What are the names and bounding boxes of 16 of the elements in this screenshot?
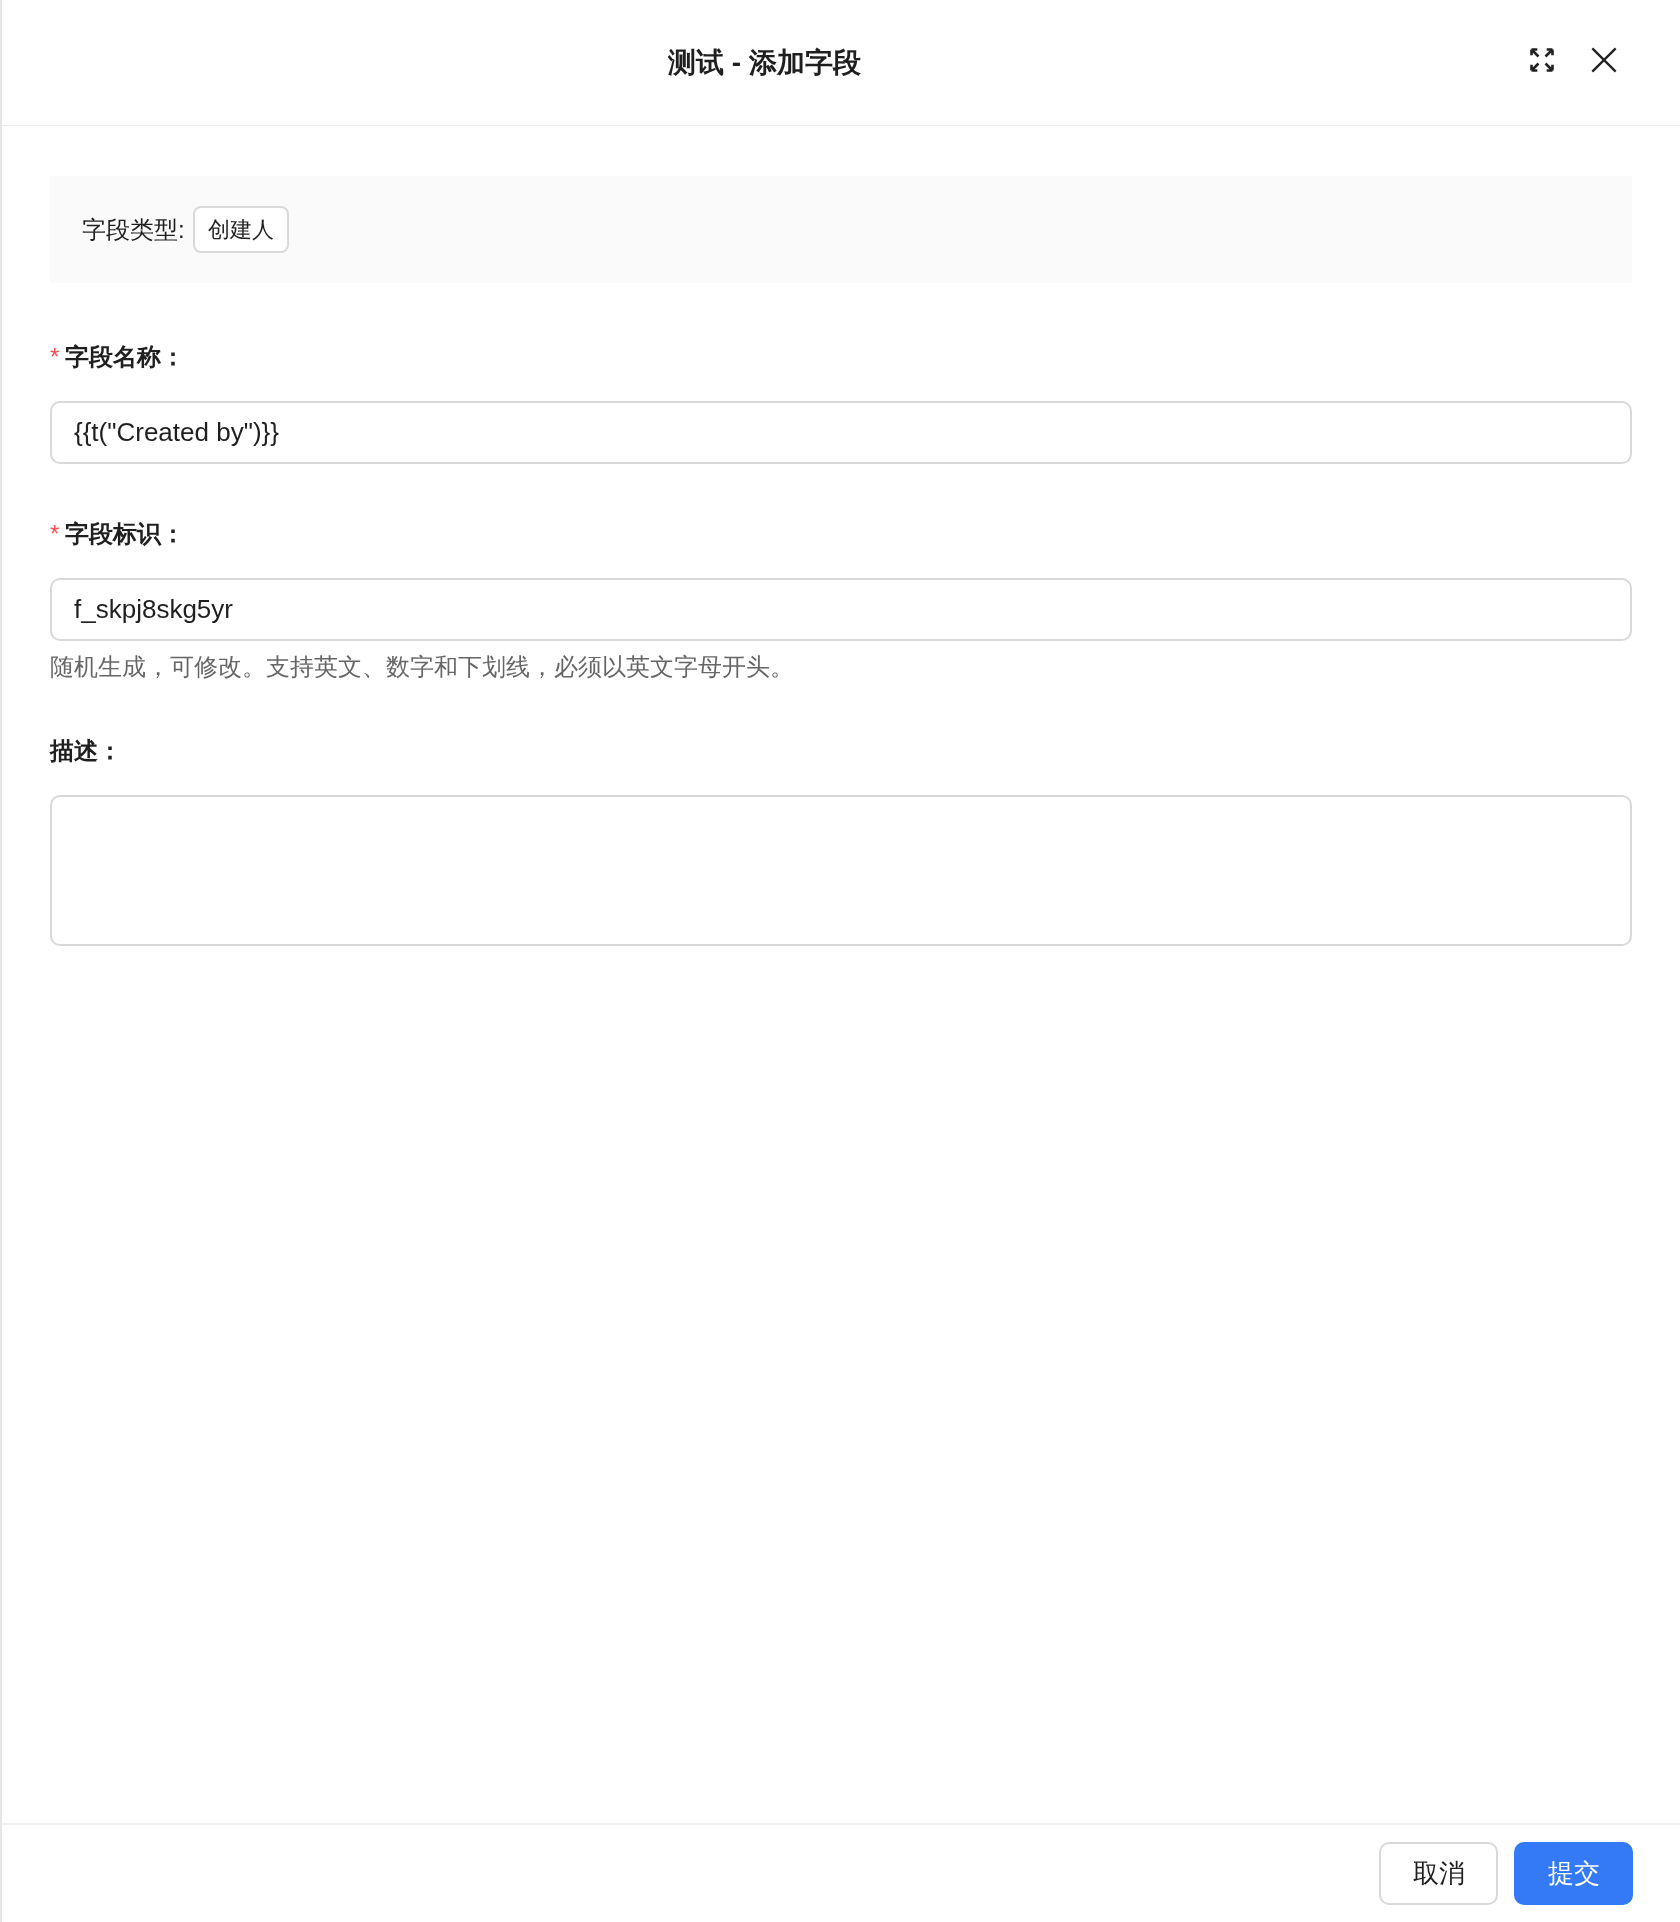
field-type-tag: 创建人	[192, 206, 289, 253]
dialog-title: 测试 - 添加字段	[668, 45, 861, 80]
cancel-button[interactable]: 取消	[1379, 1842, 1498, 1905]
fullscreen-icon[interactable]	[1528, 46, 1556, 74]
field-label: 字段名称：	[65, 342, 186, 372]
text-field[interactable]: {{t("Created by")}}	[50, 401, 1632, 464]
description-field[interactable]	[50, 795, 1632, 946]
text-field[interactable]: f_skpj8skg5yr	[50, 578, 1632, 641]
submit-button[interactable]: 提交	[1514, 1842, 1633, 1905]
required-mark: *	[50, 519, 60, 549]
help-text: 随机生成，可修改。支持英文、数字和下划线，必须以英文字母开头。	[50, 652, 795, 682]
close-icon[interactable]	[1590, 46, 1618, 74]
field-label: 字段标识：	[65, 519, 186, 549]
field-label: 描述：	[50, 736, 122, 766]
field-type-label: 字段类型:	[82, 214, 185, 245]
required-mark: *	[50, 342, 60, 372]
